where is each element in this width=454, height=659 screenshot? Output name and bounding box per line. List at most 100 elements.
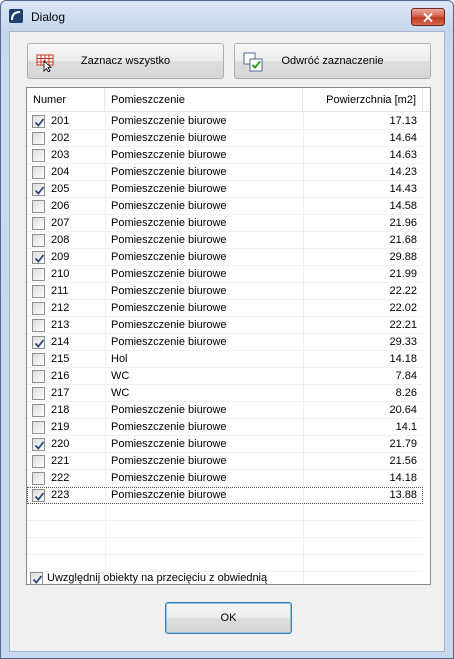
table-row[interactable]: 222 Pomieszczenie biurowe 14.18 xyxy=(27,470,423,487)
table-row[interactable]: 218 Pomieszczenie biurowe 20.64 xyxy=(27,402,423,419)
row-checkbox[interactable] xyxy=(32,370,45,383)
ok-label: OK xyxy=(220,612,237,624)
table-row[interactable]: 215 Hol 14.18 xyxy=(27,351,423,368)
invert-selection-icon xyxy=(243,52,263,72)
row-number: 215 xyxy=(51,353,70,365)
rooms-list[interactable]: Numer Pomieszczenie Powierzchnia [m2] 20… xyxy=(26,87,431,585)
list-rows: 201 Pomieszczenie biurowe 17.13 202 Pomieszc… xyxy=(27,113,430,572)
close-icon xyxy=(423,12,433,22)
table-row[interactable]: 212 Pomieszczenie biurowe 22.02 xyxy=(27,300,423,317)
table-row[interactable]: 223 Pomieszczenie biurowe 13.88 xyxy=(27,487,423,504)
row-room-name: WC xyxy=(111,370,130,382)
row-number: 204 xyxy=(51,166,70,178)
row-checkbox[interactable] xyxy=(32,472,45,485)
close-button[interactable] xyxy=(411,8,445,26)
row-checkbox[interactable] xyxy=(32,200,45,213)
table-row[interactable]: 209 Pomieszczenie biurowe 29.88 xyxy=(27,249,423,266)
table-row[interactable]: 204 Pomieszczenie biurowe 14.23 xyxy=(27,164,423,181)
dialog-window: Dialog Zaznacz wszystko Odwróć zaznaczen… xyxy=(0,0,454,659)
empty-row xyxy=(27,521,423,538)
table-row[interactable]: 217 WC 8.26 xyxy=(27,385,423,402)
row-checkbox[interactable] xyxy=(32,353,45,366)
select-all-grid-icon xyxy=(36,52,56,73)
table-row[interactable]: 206 Pomieszczenie biurowe 14.58 xyxy=(27,198,423,215)
row-area: 13.88 xyxy=(389,489,417,501)
row-area: 14.1 xyxy=(395,421,417,433)
row-room-name: Pomieszczenie biurowe xyxy=(111,268,227,280)
table-row[interactable]: 208 Pomieszczenie biurowe 21.68 xyxy=(27,232,423,249)
invert-selection-label: Odwróć zaznaczenie xyxy=(281,55,384,67)
include-intersecting-label: Uwzględnij obiekty na przecięciu z obwie… xyxy=(47,572,268,584)
row-number: 214 xyxy=(51,336,70,348)
check-icon xyxy=(32,575,43,584)
row-area: 21.56 xyxy=(389,455,417,467)
list-header: Numer Pomieszczenie Powierzchnia [m2] xyxy=(27,88,430,112)
row-checkbox[interactable] xyxy=(32,387,45,400)
title-bar[interactable]: Dialog xyxy=(1,1,453,31)
row-checkbox[interactable] xyxy=(32,455,45,468)
table-row[interactable]: 203 Pomieszczenie biurowe 14.63 xyxy=(27,147,423,164)
row-area: 14.18 xyxy=(389,472,417,484)
row-checkbox[interactable] xyxy=(32,166,45,179)
row-checkbox[interactable] xyxy=(32,115,45,128)
column-header-room[interactable]: Pomieszczenie xyxy=(105,88,303,112)
table-row[interactable]: 220 Pomieszczenie biurowe 21.79 xyxy=(27,436,423,453)
row-room-name: Pomieszczenie biurowe xyxy=(111,200,227,212)
row-checkbox[interactable] xyxy=(32,421,45,434)
row-room-name: Pomieszczenie biurowe xyxy=(111,285,227,297)
empty-row xyxy=(27,538,423,555)
ok-button[interactable]: OK xyxy=(165,602,292,634)
column-header-area[interactable]: Powierzchnia [m2] xyxy=(303,88,423,112)
table-row[interactable]: 210 Pomieszczenie biurowe 21.99 xyxy=(27,266,423,283)
table-row[interactable]: 221 Pomieszczenie biurowe 21.56 xyxy=(27,453,423,470)
row-checkbox[interactable] xyxy=(32,149,45,162)
row-number: 208 xyxy=(51,234,70,246)
row-checkbox[interactable] xyxy=(32,404,45,417)
row-area: 14.23 xyxy=(389,166,417,178)
row-number: 209 xyxy=(51,251,70,263)
row-number: 206 xyxy=(51,200,70,212)
row-room-name: Pomieszczenie biurowe xyxy=(111,166,227,178)
invert-selection-button[interactable]: Odwróć zaznaczenie xyxy=(234,43,431,79)
row-number: 220 xyxy=(51,438,70,450)
row-checkbox[interactable] xyxy=(32,319,45,332)
row-checkbox[interactable] xyxy=(32,336,45,349)
window-title: Dialog xyxy=(31,10,66,24)
column-header-number[interactable]: Numer xyxy=(27,88,105,112)
row-room-name: Pomieszczenie biurowe xyxy=(111,302,227,314)
row-checkbox[interactable] xyxy=(32,268,45,281)
row-area: 20.64 xyxy=(389,404,417,416)
row-checkbox[interactable] xyxy=(32,438,45,451)
row-checkbox[interactable] xyxy=(32,132,45,145)
row-checkbox[interactable] xyxy=(32,234,45,247)
table-row[interactable]: 205 Pomieszczenie biurowe 14.43 xyxy=(27,181,423,198)
table-row[interactable]: 202 Pomieszczenie biurowe 14.64 xyxy=(27,130,423,147)
row-room-name: Pomieszczenie biurowe xyxy=(111,234,227,246)
table-row[interactable]: 214 Pomieszczenie biurowe 29.33 xyxy=(27,334,423,351)
table-row[interactable]: 211 Pomieszczenie biurowe 22.22 xyxy=(27,283,423,300)
row-area: 22.21 xyxy=(389,319,417,331)
row-checkbox[interactable] xyxy=(32,183,45,196)
table-row[interactable]: 219 Pomieszczenie biurowe 14.1 xyxy=(27,419,423,436)
table-row[interactable]: 216 WC 7.84 xyxy=(27,368,423,385)
select-all-label: Zaznacz wszystko xyxy=(80,55,171,67)
row-checkbox[interactable] xyxy=(32,302,45,315)
table-row[interactable]: 213 Pomieszczenie biurowe 22.21 xyxy=(27,317,423,334)
row-area: 14.58 xyxy=(389,200,417,212)
row-area: 29.88 xyxy=(389,251,417,263)
row-checkbox[interactable] xyxy=(32,489,45,502)
row-number: 203 xyxy=(51,149,70,161)
row-room-name: Pomieszczenie biurowe xyxy=(111,132,227,144)
table-row[interactable]: 207 Pomieszczenie biurowe 21.96 xyxy=(27,215,423,232)
check-icon xyxy=(34,492,45,501)
row-checkbox[interactable] xyxy=(32,285,45,298)
row-checkbox[interactable] xyxy=(32,217,45,230)
select-all-button[interactable]: Zaznacz wszystko xyxy=(27,43,224,79)
row-room-name: Pomieszczenie biurowe xyxy=(111,336,227,348)
include-intersecting-checkbox[interactable] xyxy=(30,572,43,585)
row-room-name: WC xyxy=(111,387,130,399)
table-row[interactable]: 201 Pomieszczenie biurowe 17.13 xyxy=(27,113,423,130)
row-checkbox[interactable] xyxy=(32,251,45,264)
check-icon xyxy=(34,441,45,450)
row-area: 22.22 xyxy=(389,285,417,297)
